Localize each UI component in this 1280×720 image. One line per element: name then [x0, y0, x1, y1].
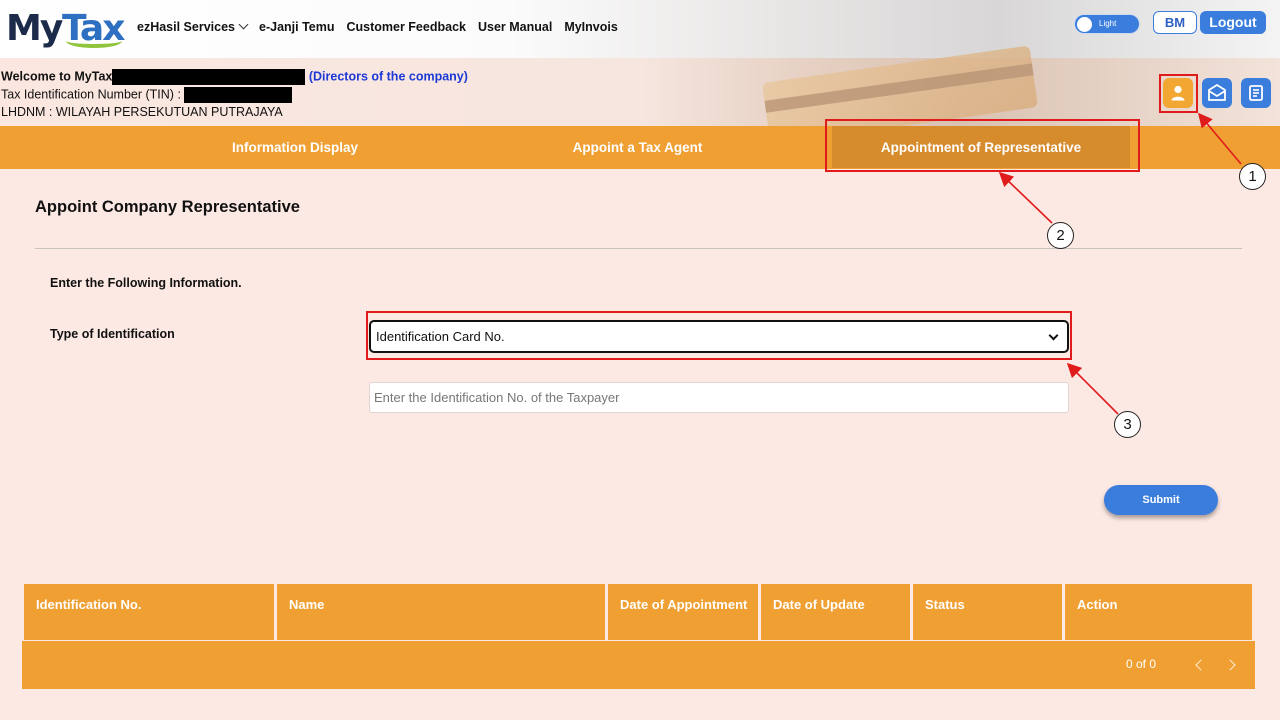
annotation-arrows	[998, 112, 1242, 415]
callout-1: 1	[1239, 163, 1266, 190]
callout-2: 2	[1047, 222, 1074, 249]
arrow-to-select	[1066, 362, 1119, 415]
callout-3: 3	[1114, 411, 1141, 438]
arrow-to-tab	[998, 171, 1053, 224]
arrow-to-profile	[1197, 112, 1242, 165]
